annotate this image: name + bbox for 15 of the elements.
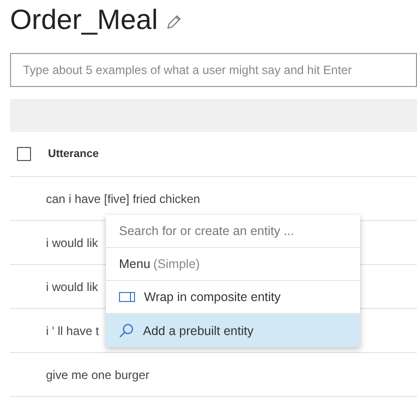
menu-item[interactable]: Add a prebuilt entity: [106, 314, 360, 347]
edit-icon[interactable]: [166, 14, 182, 30]
select-all-checkbox[interactable]: [17, 147, 31, 161]
entity-search-field[interactable]: Search for or create an entity ...: [106, 215, 360, 248]
rectangle-icon: [119, 292, 135, 302]
utterance-input[interactable]: Type about 5 examples of what a user might say and hit Enter: [10, 53, 417, 87]
page-title: Order_Meal: [10, 4, 158, 36]
utterance-text: i would lik: [46, 280, 98, 294]
utterance-text: i would lik: [46, 236, 98, 250]
search-icon: [119, 323, 134, 338]
column-header: Utterance: [48, 148, 99, 160]
utterance-text: can i have [five] fried chicken: [46, 192, 200, 206]
utterance-text: give me one burger: [46, 368, 150, 382]
utterance-text: i ' ll have t: [46, 324, 99, 338]
menu-item[interactable]: Menu (Simple): [106, 248, 360, 281]
